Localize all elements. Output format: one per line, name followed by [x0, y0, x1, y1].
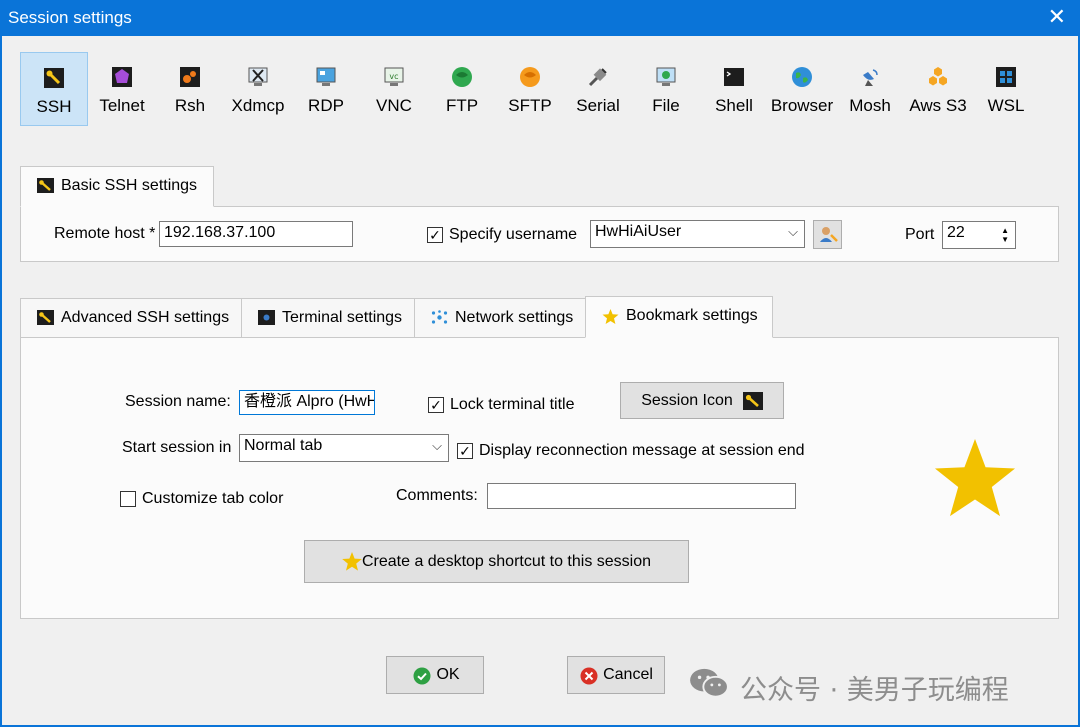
tool-aws-s3[interactable]: Aws S3 — [904, 52, 972, 126]
user-manager-button[interactable] — [813, 220, 842, 249]
tool-serial[interactable]: Serial — [564, 52, 632, 126]
star-icon — [602, 309, 619, 324]
comments-label: Comments: — [396, 487, 478, 504]
port-value: 22 — [947, 224, 965, 241]
watermark: 公众号 · 美男子玩编程 — [688, 664, 1060, 706]
basic-settings-panel: Remote host * 192.168.37.100 ✓ Specify u… — [20, 206, 1059, 262]
tool-file[interactable]: File — [632, 52, 700, 126]
display-reconnection-checkbox[interactable]: ✓ — [457, 443, 473, 459]
tab-label: Advanced SSH settings — [61, 309, 230, 326]
sftp-icon — [520, 67, 540, 87]
port-spinner[interactable]: 22 ▲ ▼ — [942, 221, 1016, 249]
ssh-key-icon — [37, 178, 54, 193]
tab-basic-ssh-settings[interactable]: Basic SSH settings — [20, 166, 214, 207]
tool-wsl[interactable]: WSL — [972, 52, 1040, 126]
username-combo[interactable]: HwHiAiUser ⌵ — [590, 220, 805, 248]
session-type-toolbar: SSH Telnet Rsh Xdmcp RDP vc VNC FTP SFTP… — [20, 52, 1040, 128]
session-name-label: Session name: — [125, 393, 231, 410]
rsh-icon — [180, 67, 200, 87]
port-label: Port — [905, 226, 935, 243]
tab-label: Terminal settings — [282, 309, 403, 326]
tool-sftp[interactable]: SFTP — [496, 52, 564, 126]
xdmcp-icon — [248, 67, 268, 86]
network-icon — [431, 310, 448, 324]
chevron-down-icon: ⌵ — [432, 438, 442, 453]
remote-host-label: Remote host * — [54, 225, 156, 242]
tab-label: Basic SSH settings — [61, 177, 198, 194]
terminal-icon — [258, 310, 275, 325]
tab-label: Bookmark settings — [626, 307, 758, 324]
remote-host-input[interactable]: 192.168.37.100 — [159, 221, 353, 247]
x-circle-icon — [580, 667, 598, 685]
create-shortcut-button[interactable]: Create a desktop shortcut to this sessio… — [304, 540, 689, 583]
customize-tab-color-checkbox[interactable] — [120, 491, 136, 507]
close-icon[interactable]: ✕ — [1048, 5, 1066, 29]
file-icon — [656, 67, 676, 86]
tool-mosh[interactable]: Mosh — [836, 52, 904, 126]
watermark-text: 公众号 · 美男子玩编程 — [740, 675, 1009, 706]
ssh-key-icon — [743, 392, 763, 410]
wsl-icon — [996, 67, 1016, 87]
window-title: Session settings — [8, 8, 132, 27]
browser-icon — [792, 67, 812, 87]
username-value: HwHiAiUser — [595, 223, 682, 240]
user-icon — [819, 227, 838, 242]
start-session-in-value: Normal tab — [244, 437, 323, 454]
ftp-icon — [452, 67, 472, 87]
ssh-key-icon — [37, 310, 54, 325]
tool-label: WSL — [987, 96, 1025, 115]
shell-icon — [724, 68, 744, 86]
tab-bookmark-settings[interactable]: Bookmark settings — [585, 296, 773, 338]
session-icon-button[interactable]: Session Icon — [620, 382, 784, 419]
tab-advanced-ssh-settings[interactable]: Advanced SSH settings — [20, 298, 242, 338]
check-circle-icon — [413, 667, 431, 685]
vnc-icon: vc — [384, 67, 404, 86]
rdp-icon — [316, 67, 336, 86]
star-icon — [342, 552, 362, 571]
serial-icon — [588, 68, 607, 87]
comments-input[interactable] — [487, 483, 796, 509]
session-name-input[interactable]: 香橙派 Alpro (HwH — [239, 390, 375, 415]
session-icon-label: Session Icon — [641, 392, 733, 409]
title-bar: Session settings ✕ — [0, 0, 1080, 36]
spin-down-icon[interactable]: ▼ — [1001, 236, 1009, 244]
tab-label: Network settings — [455, 309, 574, 326]
customize-tab-color-label: Customize tab color — [142, 490, 284, 507]
display-reconnection-label: Display reconnection message at session … — [479, 442, 805, 459]
tool-ftp[interactable]: FTP — [428, 52, 496, 126]
tab-terminal-settings[interactable]: Terminal settings — [241, 298, 415, 338]
tool-telnet[interactable]: Telnet — [88, 52, 156, 126]
tab-network-settings[interactable]: Network settings — [414, 298, 586, 338]
tool-vnc[interactable]: vc VNC — [360, 52, 428, 126]
tool-ssh[interactable]: SSH — [20, 52, 88, 126]
ok-button[interactable]: OK — [386, 656, 484, 694]
cancel-button[interactable]: Cancel — [567, 656, 665, 694]
tool-xdmcp[interactable]: Xdmcp — [224, 52, 292, 126]
telnet-icon — [112, 67, 132, 87]
specify-username-checkbox[interactable]: ✓ — [427, 227, 443, 243]
chevron-down-icon: ⌵ — [788, 224, 798, 239]
spin-up-icon[interactable]: ▲ — [1001, 227, 1009, 235]
mosh-icon — [863, 69, 878, 86]
svg-text:vc: vc — [389, 72, 398, 81]
ssh-key-icon — [44, 68, 64, 88]
start-session-in-select[interactable]: Normal tab ⌵ — [239, 434, 449, 462]
start-session-in-label: Start session in — [122, 439, 232, 456]
tool-rdp[interactable]: RDP — [292, 52, 360, 126]
bookmark-settings-panel: Session name: 香橙派 Alpro (HwH ✓ Lock term… — [20, 337, 1059, 619]
wechat-icon — [690, 668, 729, 698]
tool-shell[interactable]: Shell — [700, 52, 768, 126]
tool-rsh[interactable]: Rsh — [156, 52, 224, 126]
create-shortcut-label: Create a desktop shortcut to this sessio… — [361, 553, 652, 570]
tool-browser[interactable]: Browser — [768, 52, 836, 126]
aws-s3-icon — [929, 67, 947, 86]
star-icon — [934, 438, 1016, 517]
lock-terminal-title-label: Lock terminal title — [450, 396, 575, 413]
specify-username-label: Specify username — [449, 226, 578, 243]
lock-terminal-title-checkbox[interactable]: ✓ — [428, 397, 444, 413]
